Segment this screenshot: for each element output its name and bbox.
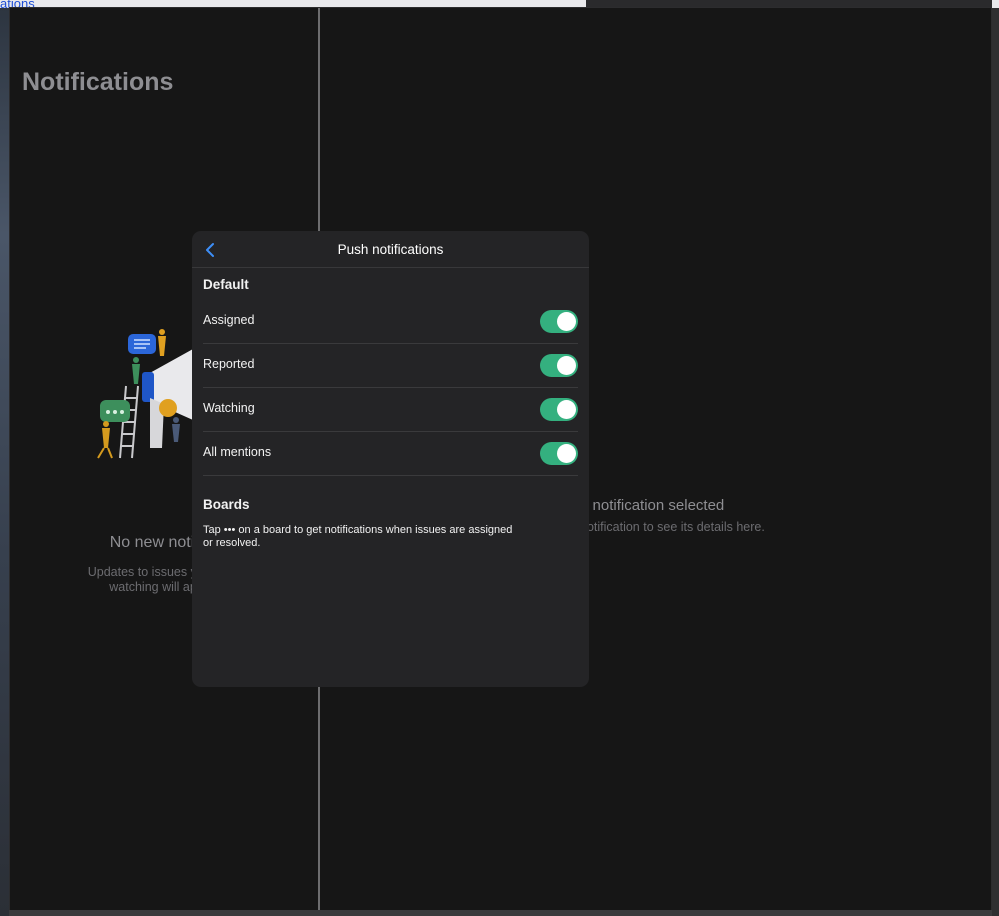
boards-help-text: Tap ••• on a board to get notifications … — [203, 524, 533, 550]
setting-row-watching: Watching — [203, 388, 578, 432]
detail-empty-subtitle: notification to see its details here. — [580, 520, 765, 534]
boards-help-line: Tap ••• on a board to get notifications … — [203, 524, 513, 536]
toggle-knob — [557, 444, 576, 463]
section-label-boards: Boards — [203, 497, 250, 512]
assigned-toggle[interactable] — [540, 310, 578, 333]
watching-toggle[interactable] — [540, 398, 578, 421]
toggle-knob — [557, 400, 576, 419]
dialog-title: Push notifications — [337, 242, 444, 257]
setting-label: Watching — [203, 401, 255, 415]
background-window-edge — [0, 8, 9, 916]
setting-label: Reported — [203, 357, 255, 371]
toggle-knob — [557, 312, 576, 331]
setting-row-assigned: Assigned — [203, 300, 578, 344]
all-mentions-toggle[interactable] — [540, 442, 578, 465]
setting-label: All mentions — [203, 445, 272, 459]
push-notifications-dialog: Push notifications Default Assigned Repo… — [192, 231, 589, 687]
page-title: Notifications — [22, 68, 174, 96]
dialog-header: Push notifications — [192, 231, 589, 268]
megaphone-illustration — [80, 326, 210, 466]
detail-empty-title: o notification selected — [580, 497, 725, 514]
section-label-default: Default — [203, 277, 249, 292]
boards-help-line: or resolved. — [203, 537, 261, 549]
window-bottom-bar — [9, 910, 992, 916]
background-window-edge-right — [992, 8, 999, 916]
toggle-knob — [557, 356, 576, 375]
setting-row-all-mentions: All mentions — [203, 432, 578, 476]
setting-row-reported: Reported — [203, 344, 578, 388]
reported-toggle[interactable] — [540, 354, 578, 377]
setting-label: Assigned — [203, 313, 255, 327]
